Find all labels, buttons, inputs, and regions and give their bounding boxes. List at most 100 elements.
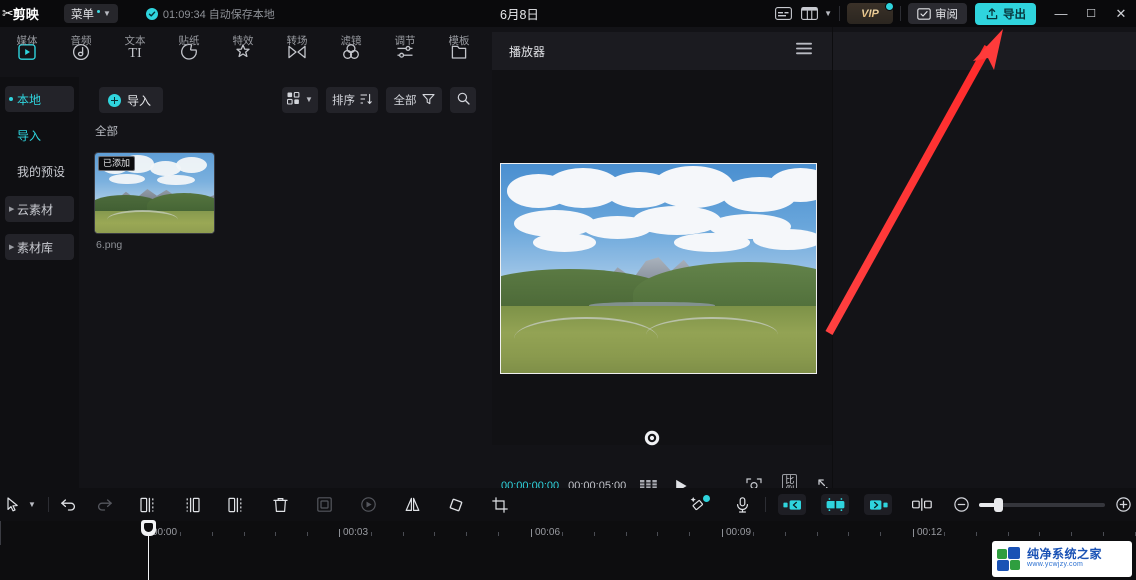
zoom-out-icon[interactable] [950,494,972,516]
tab-sticker[interactable]: 贴纸 [162,27,216,77]
grid-view-icon [286,91,300,108]
minimize-button[interactable]: — [1046,0,1076,27]
chevron-down-icon: ▼ [103,8,111,18]
chevron-right-icon: ▶ [9,206,15,213]
player-stage [492,70,832,446]
video-preview[interactable] [500,163,817,374]
view-mode-button[interactable]: ▼ [282,87,318,113]
tab-text[interactable]: TI 文本 [108,27,162,77]
clip-mid-icon[interactable] [821,494,849,515]
cursor-icon[interactable] [2,494,24,516]
tab-adjust[interactable]: 调节 [378,27,432,77]
sidebar-item-presets[interactable]: 我的预设 [5,158,74,184]
tab-adjust-label: 调节 [394,35,416,47]
titlebar-right-controls: ▼ VIP 审阅 导出 — ☐ ✕ [770,0,1136,27]
subtitle-icon[interactable] [770,3,796,24]
sidebar-item-library-label: 素材库 [17,240,54,255]
review-icon [917,7,931,20]
timeline-zoom-slider[interactable] [979,497,1105,512]
split-right-icon[interactable] [181,494,203,516]
filter-button[interactable]: 全部 [386,87,442,113]
review-label: 审阅 [935,8,958,21]
sort-icon [360,93,372,108]
timeline-ruler[interactable]: 00:00 00:03 00:06 00:09 00:12 [0,521,1136,545]
microphone-icon[interactable] [731,494,753,516]
tab-template[interactable]: 模板 [432,27,486,77]
app-logo: ✂ 剪映 [2,4,60,23]
tab-audio[interactable]: 音频 [54,27,108,77]
sidebar-item-presets-label: 我的预设 [17,164,66,179]
cursor-chevron-down-icon[interactable]: ▼ [24,494,40,516]
sidebar-item-local[interactable]: 本地 [5,86,74,112]
tab-media[interactable]: 媒体 [0,27,54,77]
timeline-tick-major [531,529,532,537]
tab-transition[interactable]: 转场 [270,27,324,77]
autosave-text: 01:09:34 自动保存本地 [162,8,275,21]
playhead[interactable] [141,520,156,580]
tab-filter[interactable]: 滤镜 [324,27,378,77]
playhead-grip[interactable] [141,520,156,536]
timeline-tick [275,532,276,536]
record-icon[interactable] [644,430,660,446]
main-tab-bar: 媒体 音频 TI 文本 贴纸 特效 转场 滤镜 调节 模板 [0,27,492,77]
sidebar-item-cloud[interactable]: ▶ 云素材 [5,196,74,222]
magic-wand-icon[interactable] [685,494,711,516]
search-button[interactable] [450,87,476,113]
mirror-icon[interactable] [401,494,423,516]
vip-button[interactable]: VIP [847,2,894,24]
clip-start-icon[interactable] [778,494,806,515]
watermark-url: www.ycwjzy.com [1027,561,1084,569]
split-icon[interactable] [225,494,247,516]
review-button[interactable]: 审阅 [908,3,967,24]
split-left-icon[interactable] [137,494,159,516]
tab-template-label: 模板 [448,35,470,47]
minimize-icon: — [1054,6,1068,21]
sidebar-item-import[interactable]: 导入 [5,122,74,148]
tab-effects-label: 特效 [232,35,254,47]
rotate-icon[interactable] [445,494,467,516]
document-title[interactable]: 6月8日 [500,0,539,27]
import-button[interactable]: 导入 [99,87,164,113]
timeline-tick [212,532,213,536]
timeline[interactable]: 00:00 00:03 00:06 00:09 00:12 [0,520,1136,580]
reverse-icon[interactable] [357,494,379,516]
clip-end-icon[interactable] [864,494,892,515]
crop-icon[interactable] [489,494,511,516]
layout-chevron-down-icon[interactable]: ▼ [824,9,832,18]
chevron-right-icon-2: ▶ [9,244,15,251]
tab-audio-label: 音频 [70,35,92,47]
redo-icon[interactable] [93,494,115,516]
media-section-label: 全部 [95,126,118,138]
timeline-tick [785,532,786,536]
layout-icon[interactable] [796,3,822,24]
export-button[interactable]: 导出 [975,2,1036,25]
timeline-tick [848,532,849,536]
media-item-thumbnail[interactable]: 已添加 [94,152,215,234]
import-label: 导入 [127,93,152,108]
split-clip-icon[interactable] [910,494,934,516]
timeline-tick [817,532,818,536]
sidebar-item-library[interactable]: ▶ 素材库 [5,234,74,260]
timeline-tick [944,532,945,536]
media-item-name: 6.png [96,239,123,251]
hamburger-icon[interactable] [796,42,812,60]
delete-icon[interactable] [269,494,291,516]
maximize-button[interactable]: ☐ [1076,0,1106,27]
zoom-in-icon[interactable] [1112,494,1134,516]
timeline-label: 00:06 [535,527,561,538]
timeline-tick [976,532,977,536]
close-button[interactable]: ✕ [1106,0,1136,27]
zoom-slider-knob[interactable] [994,497,1003,512]
player-panel: 播放器 00:00:00:00 00:00:05:00 比 [492,27,833,498]
freeze-frame-icon[interactable] [313,494,335,516]
player-title: 播放器 [509,44,546,59]
timeline-tick [880,532,881,536]
undo-icon[interactable] [57,494,79,516]
sort-button[interactable]: 排序 [326,87,378,113]
menu-button[interactable]: 菜单 ▼ [64,4,118,23]
timeline-tick-major [722,529,723,537]
menu-status-dot-icon [97,9,100,13]
thumb-cloud-4 [175,157,207,173]
tab-effects[interactable]: 特效 [216,27,270,77]
timeline-tick [371,532,372,536]
